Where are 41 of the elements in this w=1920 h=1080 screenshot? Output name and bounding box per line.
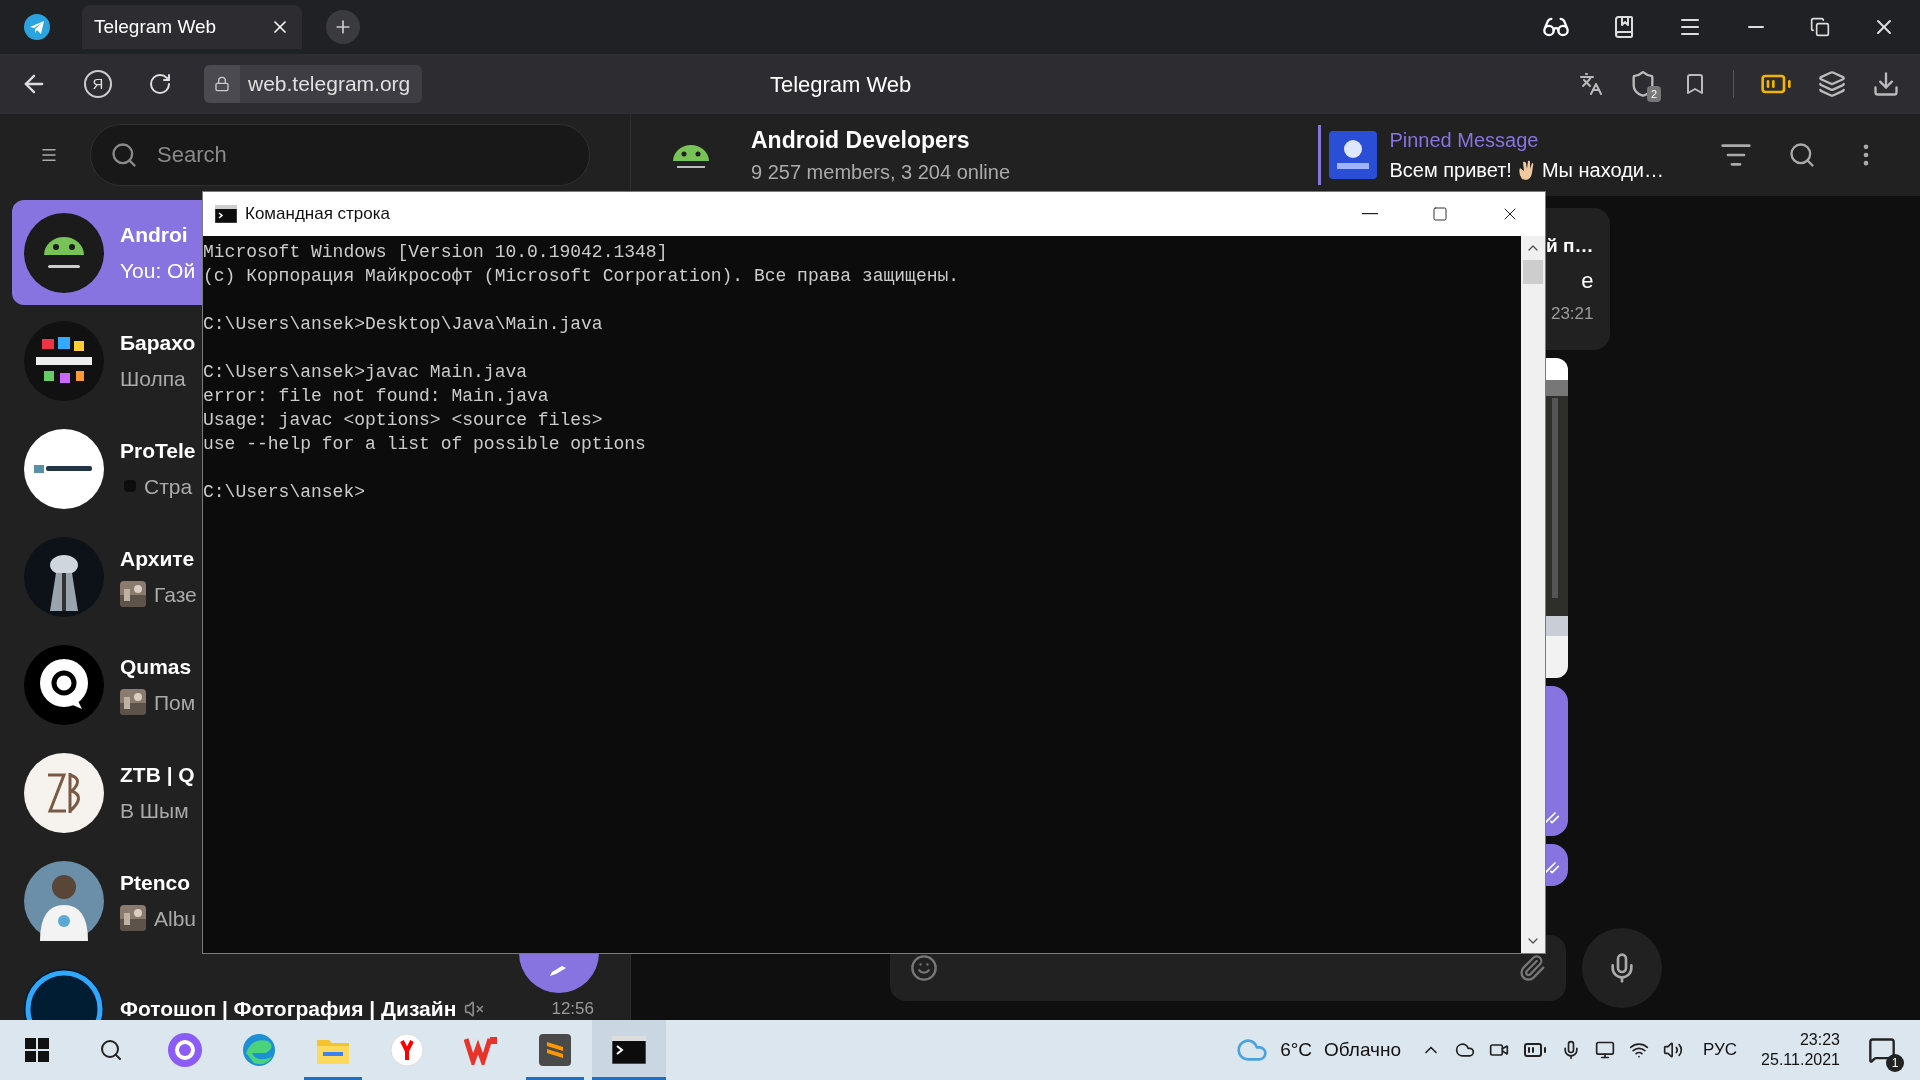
chat-preview: Пом — [154, 689, 196, 716]
page-title: Telegram Web — [769, 70, 912, 99]
console-line: (c) Корпорация Майкрософт (Microsoft Corporation). Все права защищены. — [203, 265, 960, 288]
clock-date: 25.11.2021 — [1761, 1050, 1840, 1070]
chat-preview: Газе — [154, 581, 197, 608]
window-title: Командная строка — [245, 203, 391, 226]
console-line: use --help for a list of possible options — [203, 433, 646, 456]
pinned-text: Мы находи… — [1541, 158, 1664, 183]
message-text: е — [1581, 267, 1594, 295]
chat-subtitle: 9 257 members, 3 204 online — [751, 160, 1011, 186]
console-line: Microsoft Windows [Version 10.0.19042.1348] — [203, 241, 668, 264]
pinned-text: Всем привет! — [1389, 158, 1512, 183]
pinned-label: Pinned Message — [1389, 128, 1540, 153]
console-line: C:\Users\ansek> — [203, 481, 366, 504]
shield-badge: 2 — [1646, 86, 1661, 102]
chat-preview: You: Ой — [120, 257, 196, 284]
chat-name: Архите — [120, 546, 195, 572]
console-line: error: file not found: Main.java — [203, 385, 549, 408]
temperature: 6°C — [1280, 1037, 1313, 1062]
notification-badge: 1 — [1886, 1054, 1904, 1072]
clock-time: 23:23 — [1799, 1030, 1840, 1050]
chat-name: Барахо — [120, 330, 196, 356]
chat-preview: Шолпа — [120, 365, 186, 392]
console-line: C:\Users\ansek>Desktop\Java\Main.java — [203, 313, 603, 336]
chat-name: ZTB | Q — [120, 762, 195, 788]
chat-name: Фотошоп | Фотография | Дизайн — [120, 995, 457, 1020]
message-time: 23:21 — [1550, 303, 1594, 325]
chat-name: ProTele — [120, 438, 196, 464]
chat-name: Qumas — [120, 654, 192, 680]
chat-preview: В Шым — [120, 797, 189, 824]
console-line: Usage: javac <options> <source files> — [203, 409, 603, 432]
chat-title: Android Developers — [751, 125, 971, 155]
chat-preview: Albu — [154, 905, 197, 932]
chat-name: Androi — [120, 222, 188, 248]
tab-title: Telegram Web — [94, 14, 217, 39]
message-text: й п… — [1546, 233, 1594, 258]
chat-time: 12:56 — [551, 997, 594, 1020]
console-line: C:\Users\ansek>javac Main.java — [203, 361, 528, 384]
chat-name: Ptenco — [120, 870, 190, 896]
chat-preview: Стра — [144, 473, 193, 500]
weather-condition: Облачно — [1324, 1037, 1402, 1062]
